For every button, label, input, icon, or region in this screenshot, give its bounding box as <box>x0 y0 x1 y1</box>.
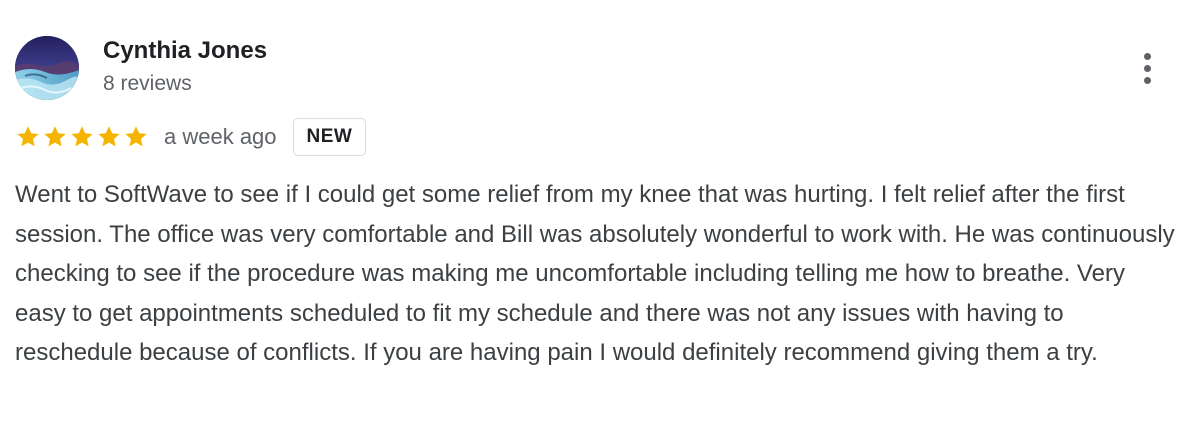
more-options-button[interactable] <box>1130 48 1164 88</box>
author-avatar[interactable] <box>15 36 79 100</box>
star-icon <box>98 126 120 147</box>
more-vertical-icon <box>1143 52 1151 60</box>
review-card: Cynthia Jones 8 reviews a week ago NEW W… <box>0 0 1200 426</box>
more-vertical-icon <box>1143 76 1151 84</box>
author-review-count[interactable]: 8 reviews <box>103 72 192 96</box>
review-text: Went to SoftWave to see if I could get s… <box>15 181 1175 366</box>
star-icon <box>44 126 66 147</box>
star-icon <box>125 126 147 147</box>
star-icon <box>71 126 93 147</box>
review-meta: a week ago NEW <box>15 117 367 157</box>
more-vertical-icon <box>1143 64 1151 72</box>
profile-photo-icon <box>15 36 79 100</box>
star-icon <box>17 126 39 147</box>
new-badge: NEW <box>292 118 367 156</box>
star-rating <box>15 124 149 150</box>
review-date: a week ago <box>164 124 277 149</box>
author-name[interactable]: Cynthia Jones <box>103 37 267 65</box>
